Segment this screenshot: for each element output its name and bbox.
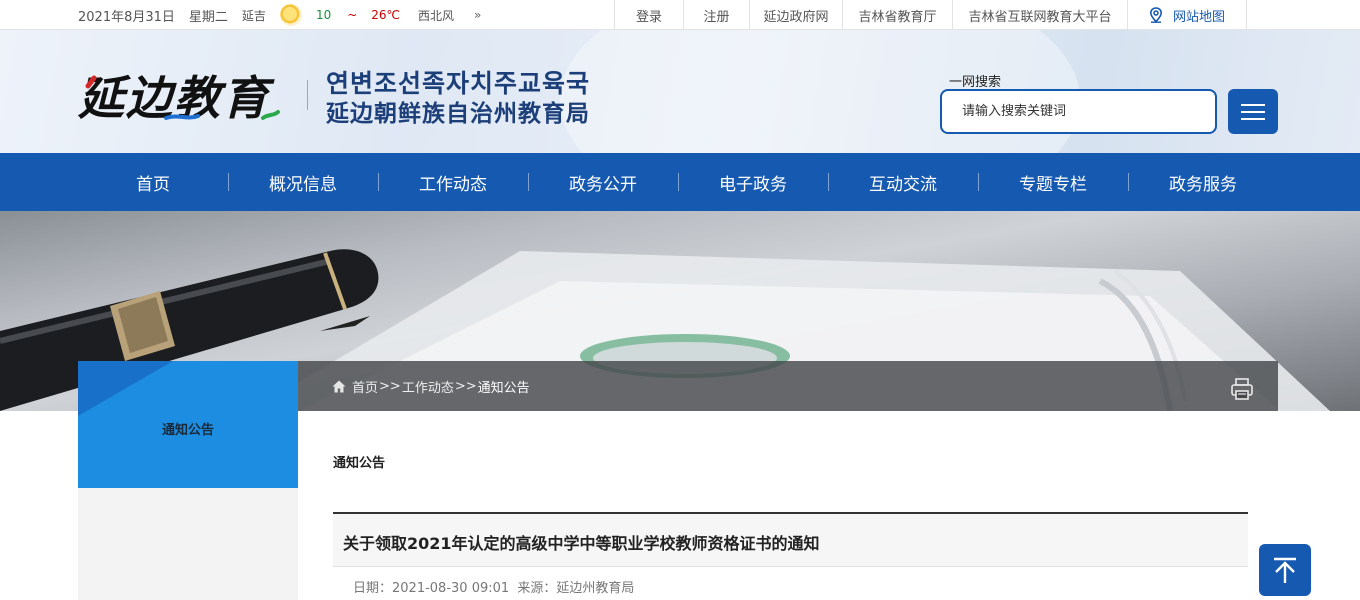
article-source: 延边州教育局 (556, 581, 635, 596)
section-title: 通知公告 (333, 456, 386, 471)
weather-more-icon[interactable]: » (474, 8, 481, 22)
weather-widget[interactable]: 延吉 10 ~ 26℃ 西北风 » (242, 4, 493, 26)
yanbian-gov-link[interactable]: 延边政府网 (749, 0, 842, 30)
menu-button[interactable] (1228, 89, 1278, 134)
breadcrumb: 首页 >> 工作动态 >> 通知公告 (332, 361, 530, 411)
nav-government-services[interactable]: 政务服务 (1128, 153, 1278, 211)
jilin-internet-education-link[interactable]: 吉林省互联网教育大平台 (952, 0, 1127, 30)
nav-government-affairs[interactable]: 政务公开 (528, 153, 678, 211)
weather-high-temp: 26℃ (371, 8, 401, 22)
breadcrumb-work-news[interactable]: 工作动态 (402, 377, 454, 396)
nav-e-government[interactable]: 电子政务 (678, 153, 828, 211)
weather-low-temp: 10 (315, 8, 332, 22)
logo-divider (307, 80, 308, 110)
printer-icon[interactable] (1230, 377, 1254, 401)
nav-work-news[interactable]: 工作动态 (378, 153, 528, 211)
source-label: 来源： (517, 581, 557, 596)
sidebar-header: 通知公告 (78, 361, 298, 488)
nav-overview[interactable]: 概况信息 (228, 153, 378, 211)
site-header: 延边教育 연변조선족자치주교육국 延边朝鲜族自治州教育局 一网搜索 (0, 30, 1360, 153)
article-title-box: 关于领取2021年认定的高级中学中等职业学校教师资格证书的通知 (333, 512, 1248, 567)
nav-home[interactable]: 首页 (78, 153, 228, 211)
sidebar-body (78, 488, 298, 600)
arrow-up-icon (1274, 557, 1296, 583)
date-weather-area: 2021年8月31日 星期二 延吉 10 ~ 26℃ 西北风 » (78, 0, 493, 30)
breadcrumb-bar: 首页 >> 工作动态 >> 通知公告 (298, 361, 1278, 411)
calligraphy-logo[interactable]: 延边教育 (78, 70, 293, 126)
current-weekday: 星期二 (188, 9, 228, 25)
search-input[interactable] (940, 89, 1217, 134)
map-pin-icon (1149, 7, 1162, 23)
register-link[interactable]: 注册 (683, 0, 749, 30)
sidebar-decoration (78, 361, 173, 416)
back-to-top-button[interactable] (1259, 544, 1311, 596)
home-icon (332, 380, 346, 392)
main-nav: 首页 概况信息 工作动态 政务公开 电子政务 互动交流 专题专栏 政务服务 (0, 153, 1360, 211)
weather-city: 延吉 (241, 8, 266, 23)
article-meta: 日期：2021-08-30 09:01 来源：延边州教育局 (353, 577, 634, 596)
breadcrumb-separator: >> (379, 378, 401, 394)
article-date: 2021-08-30 09:01 (392, 581, 510, 596)
jilin-education-link[interactable]: 吉林省教育厅 (842, 0, 952, 30)
login-link[interactable]: 登录 (614, 0, 683, 30)
search-label: 一网搜索 (949, 75, 1002, 90)
top-utility-bar: 2021年8月31日 星期二 延吉 10 ~ 26℃ 西北风 » 登录 注册 延… (0, 0, 1360, 30)
date-label: 日期： (353, 581, 393, 596)
breadcrumb-separator: >> (454, 378, 477, 394)
logo-chinese-name: 延边朝鲜族自治州教育局 (326, 101, 590, 127)
sitemap-label: 网站地图 (1172, 9, 1225, 25)
top-links: 登录 注册 延边政府网 吉林省教育厅 吉林省互联网教育大平台 网站地图 (614, 0, 1247, 30)
sidebar-title: 通知公告 (161, 423, 214, 438)
sun-icon (279, 4, 302, 26)
hamburger-icon (1241, 103, 1265, 106)
weather-wind: 西北风 (418, 8, 455, 23)
breadcrumb-current: 通知公告 (477, 380, 530, 396)
weather-tilde: ~ (347, 8, 358, 22)
breadcrumb-home[interactable]: 首页 (352, 377, 378, 396)
article-title: 关于领取2021年认定的高级中学中等职业学校教师资格证书的通知 (343, 534, 820, 553)
sitemap-link[interactable]: 网站地图 (1127, 0, 1247, 30)
nav-special-topics[interactable]: 专题专栏 (978, 153, 1128, 211)
current-date: 2021年8月31日 (78, 9, 175, 25)
nav-interaction[interactable]: 互动交流 (828, 153, 978, 211)
